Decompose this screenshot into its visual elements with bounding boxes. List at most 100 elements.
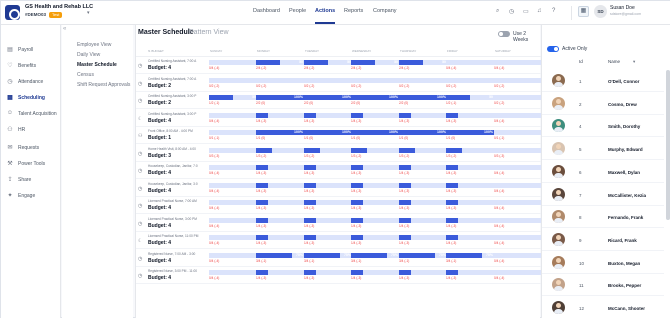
- chevron-down-icon[interactable]: ▾: [87, 10, 90, 16]
- apps-grid-button[interactable]: ▦: [578, 6, 589, 17]
- coverage-cell[interactable]: 0/4 (-4): [209, 182, 257, 195]
- sidebar-item-share[interactable]: ⇪ Share: [1, 174, 61, 186]
- coverage-cell[interactable]: 75% 3/4 (-1): [351, 252, 399, 265]
- sidebar-item-scheduling[interactable]: ▦ Scheduling: [1, 92, 61, 104]
- coverage-cell[interactable]: 1/4 (-3): [256, 199, 304, 212]
- coverage-cell[interactable]: 1/3 (-2): [399, 147, 447, 160]
- coverage-cell[interactable]: 1/4 (-3): [304, 112, 352, 125]
- coverage-cell[interactable]: 100% 2/2 (0): [399, 94, 447, 107]
- coverage-cell[interactable]: 1/4 (-3): [399, 217, 447, 230]
- coverage-cell[interactable]: 1/4 (-3): [351, 199, 399, 212]
- coverage-cell[interactable]: 0/4 (-4): [494, 182, 542, 195]
- coverage-cell[interactable]: 50 2/4 (-2): [256, 59, 304, 72]
- coverage-cell[interactable]: 0/4 (-4): [494, 199, 542, 212]
- employee-row[interactable]: 12 McCann, Shooter: [542, 297, 664, 318]
- active-only-toggle[interactable]: [547, 46, 559, 52]
- coverage-cell[interactable]: 1/4 (-3): [399, 112, 447, 125]
- coverage-cell[interactable]: 0/4 (-4): [494, 252, 542, 265]
- coverage-cell[interactable]: 50 1/2 (-1): [446, 94, 494, 107]
- coverage-cell[interactable]: 0/4 (-4): [209, 269, 257, 282]
- coverage-cell[interactable]: 0/4 (-4): [209, 164, 257, 177]
- coverage-cell[interactable]: 0/4 (-4): [209, 252, 257, 265]
- coverage-cell[interactable]: 1/4 (-3): [351, 164, 399, 177]
- coverage-cell[interactable]: 100% 1/1 (0): [256, 129, 304, 142]
- employee-row[interactable]: 4 Smith, Dorothy: [542, 115, 664, 138]
- coverage-cell[interactable]: 1/4 (-3): [304, 217, 352, 230]
- coverage-cell[interactable]: 0/4 (-4): [494, 217, 542, 230]
- employee-row[interactable]: 1 O'Dell, Connor: [542, 70, 664, 92]
- subnav-employee-view[interactable]: Employee View: [77, 42, 111, 48]
- message-icon[interactable]: ▭: [523, 8, 529, 15]
- employee-row[interactable]: 10 Buxton, Megan: [542, 252, 664, 274]
- employee-row[interactable]: 8 Fernando, Frank: [542, 206, 664, 229]
- coverage-cell[interactable]: 1/4 (-3): [256, 269, 304, 282]
- coverage-cell[interactable]: 0/2 (-2): [494, 77, 542, 90]
- column-header-budget[interactable]: ⇅ Budget: [148, 49, 164, 56]
- sidebar-item-power-tools[interactable]: ⚒ Power Tools: [1, 158, 61, 170]
- employee-row[interactable]: 6 Maxwell, Dylan: [542, 161, 664, 183]
- coverage-cell[interactable]: 50 2/4 (-2): [304, 59, 352, 72]
- coverage-cell[interactable]: 0/4 (-4): [209, 234, 257, 247]
- coverage-cell[interactable]: 1/4 (-3): [399, 182, 447, 195]
- coverage-cell[interactable]: 0/2 (-2): [351, 77, 399, 90]
- subnav-master-schedule[interactable]: Master Schedule: [77, 62, 117, 68]
- coverage-cell[interactable]: 0/1 (-1): [494, 129, 542, 142]
- coverage-cell[interactable]: 50 1/2 (-1): [209, 94, 257, 107]
- search-icon[interactable]: ⌕: [496, 8, 499, 15]
- coverage-cell[interactable]: 0/2 (-2): [256, 77, 304, 90]
- coverage-cell[interactable]: 0/4 (-4): [494, 164, 542, 177]
- sidebar-item-engage[interactable]: ✦ Engage: [1, 190, 61, 202]
- coverage-cell[interactable]: 1/4 (-3): [399, 234, 447, 247]
- coverage-cell[interactable]: 1/4 (-3): [399, 269, 447, 282]
- coverage-cell[interactable]: 0/4 (-4): [494, 112, 542, 125]
- help-icon[interactable]: ?: [552, 8, 555, 14]
- coverage-cell[interactable]: 100% 2/2 (0): [256, 94, 304, 107]
- coverage-cell[interactable]: 0/2 (-2): [399, 77, 447, 90]
- coverage-cell[interactable]: 100% 1/1 (0): [351, 129, 399, 142]
- employee-row[interactable]: 2 Cosmo, Drew: [542, 93, 664, 115]
- coverage-cell[interactable]: 0/4 (-4): [494, 234, 542, 247]
- employee-row[interactable]: 5 Murphy, Edward: [542, 138, 664, 161]
- coverage-cell[interactable]: 1/4 (-3): [446, 182, 494, 195]
- coverage-cell[interactable]: 100% 1/1 (0): [399, 129, 447, 142]
- scrollbar[interactable]: [666, 70, 670, 220]
- coverage-cell[interactable]: 0/3 (-3): [494, 147, 542, 160]
- coverage-cell[interactable]: 0/3 (-3): [209, 147, 257, 160]
- sidebar-item-hr[interactable]: ⚇ HR: [1, 124, 61, 136]
- coverage-cell[interactable]: 1/3 (-2): [256, 147, 304, 160]
- collapse-icon[interactable]: «: [63, 26, 66, 32]
- column-header-name[interactable]: Name: [608, 59, 620, 64]
- coverage-cell[interactable]: 1/3 (-2): [351, 147, 399, 160]
- coverage-cell[interactable]: 1/4 (-3): [351, 112, 399, 125]
- employee-row[interactable]: 7 McCallister, Kezia: [542, 184, 664, 206]
- nav-actions[interactable]: Actions: [315, 8, 335, 14]
- coverage-cell[interactable]: 0/4 (-4): [209, 59, 257, 72]
- coverage-cell[interactable]: 100% 1/1 (0): [446, 129, 494, 142]
- nav-reports[interactable]: Reports: [344, 8, 363, 14]
- coverage-cell[interactable]: 75% 3/4 (-1): [399, 252, 447, 265]
- sidebar-item-requests[interactable]: ✉ Requests: [1, 142, 61, 154]
- company-logo[interactable]: [5, 5, 20, 20]
- nav-company[interactable]: Company: [373, 8, 397, 14]
- coverage-cell[interactable]: 100% 2/2 (0): [304, 94, 352, 107]
- subnav-census[interactable]: Census: [77, 72, 94, 78]
- coverage-cell[interactable]: 0/2 (-2): [209, 77, 257, 90]
- coverage-cell[interactable]: 1/4 (-3): [256, 182, 304, 195]
- coverage-cell[interactable]: 1/3 (-2): [446, 147, 494, 160]
- coverage-cell[interactable]: 1/4 (-3): [399, 164, 447, 177]
- sidebar-item-benefits[interactable]: ♡ Benefits: [1, 60, 61, 72]
- employee-row[interactable]: 11 Brooks, Pepper: [542, 274, 664, 297]
- use-2-weeks-toggle[interactable]: [498, 31, 510, 37]
- coverage-cell[interactable]: 1/4 (-3): [304, 199, 352, 212]
- coverage-cell[interactable]: 0/4 (-4): [494, 59, 542, 72]
- coverage-cell[interactable]: 1/4 (-3): [351, 234, 399, 247]
- coverage-cell[interactable]: 0/4 (-4): [446, 59, 494, 72]
- page-subtitle[interactable]: Pattern View: [189, 29, 229, 36]
- coverage-cell[interactable]: 1/4 (-3): [446, 112, 494, 125]
- coverage-cell[interactable]: 1/4 (-3): [351, 182, 399, 195]
- coverage-cell[interactable]: 1/4 (-3): [256, 112, 304, 125]
- coverage-cell[interactable]: 100% 1/1 (0): [304, 129, 352, 142]
- coverage-cell[interactable]: 1/4 (-3): [446, 269, 494, 282]
- coverage-cell[interactable]: 1/4 (-3): [351, 217, 399, 230]
- coverage-cell[interactable]: 0/4 (-4): [209, 112, 257, 125]
